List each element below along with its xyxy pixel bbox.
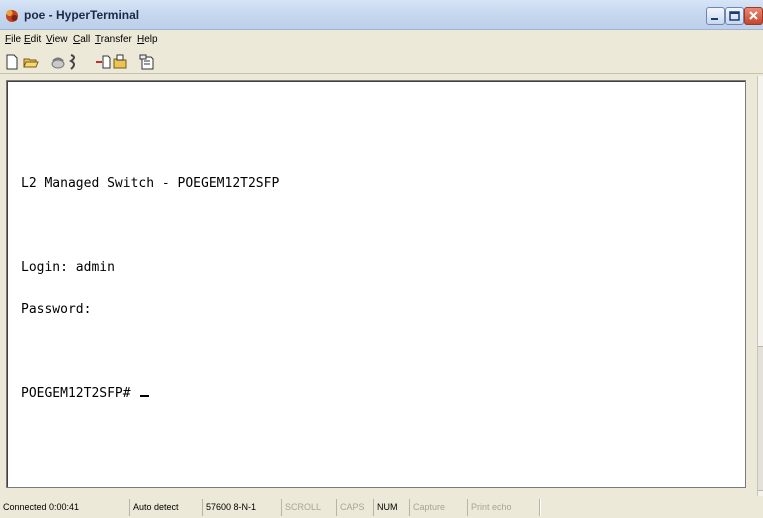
maximize-button[interactable] bbox=[725, 7, 744, 25]
menu-bar: File Edit View Call Transfer Help bbox=[0, 31, 763, 50]
status-detect: Auto detect bbox=[130, 499, 203, 516]
terminal-screen[interactable]: L2 Managed Switch - POEGEM12T2SFP Login:… bbox=[6, 80, 746, 488]
text-cursor bbox=[140, 395, 150, 397]
terminal-output: L2 Managed Switch - POEGEM12T2SFP Login:… bbox=[21, 107, 279, 429]
minimize-button[interactable] bbox=[706, 7, 725, 25]
status-bar: Connected 0:00:41 Auto detect 57600 8-N-… bbox=[0, 497, 763, 518]
prompt-text: POEGEM12T2SFP# bbox=[21, 386, 139, 401]
menu-edit-rest: dit bbox=[30, 34, 42, 45]
status-caps: CAPS bbox=[337, 499, 374, 516]
minimize-icon bbox=[711, 18, 718, 20]
send-icon[interactable] bbox=[95, 54, 111, 70]
open-icon[interactable] bbox=[23, 54, 39, 70]
menu-transfer[interactable]: Transfer bbox=[95, 34, 132, 45]
menu-help-rest: elp bbox=[144, 34, 158, 45]
maximize-icon bbox=[729, 11, 740, 21]
status-print-echo: Print echo bbox=[468, 499, 540, 516]
terminal-line-password: Password: bbox=[21, 302, 92, 317]
terminal-line-login: Login: admin bbox=[21, 260, 115, 275]
receive-icon[interactable] bbox=[112, 54, 128, 70]
menu-edit-mnemonic: E bbox=[24, 34, 31, 45]
status-scroll: SCROLL bbox=[282, 499, 337, 516]
title-bar[interactable]: poe - HyperTerminal bbox=[0, 0, 763, 30]
menu-file[interactable]: File bbox=[5, 34, 21, 45]
disconnect-icon[interactable] bbox=[66, 54, 82, 70]
menu-file-rest: ile bbox=[11, 34, 22, 45]
status-spacer bbox=[540, 499, 763, 516]
scrollbar-thumb[interactable] bbox=[758, 346, 763, 491]
window-title: poe - HyperTerminal bbox=[24, 8, 140, 22]
status-capture: Capture bbox=[410, 499, 468, 516]
close-button[interactable] bbox=[744, 7, 763, 25]
status-baud: 57600 8-N-1 bbox=[203, 499, 282, 516]
menu-view-rest: iew bbox=[52, 34, 68, 45]
menu-help[interactable]: Help bbox=[137, 34, 158, 45]
menu-transfer-rest: ransfer bbox=[100, 34, 132, 45]
status-connected: Connected 0:00:41 bbox=[0, 499, 130, 516]
vertical-scrollbar[interactable] bbox=[757, 76, 763, 496]
toolbar bbox=[0, 50, 763, 74]
menu-view[interactable]: View bbox=[46, 34, 68, 45]
hyperterminal-phone-icon bbox=[6, 10, 18, 22]
menu-call-rest: all bbox=[80, 34, 91, 45]
terminal-line-prompt: POEGEM12T2SFP# bbox=[21, 387, 279, 401]
menu-call[interactable]: Call bbox=[73, 34, 90, 45]
connect-icon[interactable] bbox=[50, 54, 66, 70]
properties-icon[interactable] bbox=[139, 54, 155, 70]
close-icon bbox=[749, 11, 758, 20]
menu-edit[interactable]: Edit bbox=[24, 34, 41, 45]
new-icon[interactable] bbox=[4, 54, 20, 70]
terminal-line-banner: L2 Managed Switch - POEGEM12T2SFP bbox=[21, 176, 280, 191]
status-num: NUM bbox=[374, 499, 410, 516]
